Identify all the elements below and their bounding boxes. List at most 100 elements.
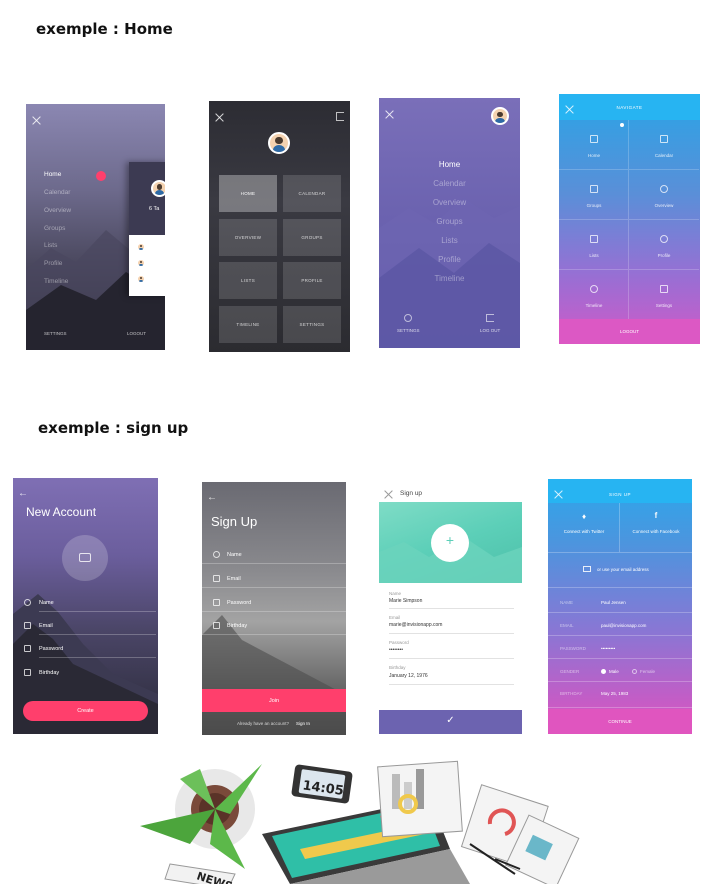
tile-profile[interactable]: PROFILE xyxy=(283,262,341,299)
home-screen-navigate-grid: NAVIGATE Home Calendar Groups Overview L… xyxy=(559,94,700,344)
home-screen-grid-menu: HOME CALENDAR OVERVIEW GROUPS LISTS PROF… xyxy=(209,101,350,352)
tile-lists[interactable]: LISTS xyxy=(219,262,277,299)
birthday-field[interactable]: Birthday xyxy=(227,623,247,629)
continue-button-label: CONTINUE xyxy=(608,719,632,724)
email-field[interactable]: marie@invisionapp.com xyxy=(389,622,442,628)
birthday-field[interactable]: May 25, 1983 xyxy=(601,691,628,696)
continue-button[interactable]: CONTINUE xyxy=(548,709,692,734)
home-screen-centered-menu: Home Calendar Overview Groups Lists Prof… xyxy=(379,98,520,348)
menu-item-calendar[interactable]: Calendar xyxy=(379,179,520,188)
content-card-preview[interactable]: 6 Ta xyxy=(129,162,165,296)
field-label: Birthday xyxy=(389,665,406,670)
navigate-title: NAVIGATE xyxy=(616,105,643,110)
divider xyxy=(202,587,346,588)
divider xyxy=(39,611,156,612)
nav-cell-overview[interactable]: Overview xyxy=(629,170,699,220)
password-field[interactable]: Password xyxy=(227,600,251,606)
signup-screen-sign-up: ← Sign Up Name Email Password Birthday J… xyxy=(202,482,346,735)
close-icon[interactable] xyxy=(384,490,393,499)
logout-link[interactable]: LOGOUT xyxy=(127,331,146,336)
menu-item-profile[interactable]: Profile xyxy=(44,260,62,267)
close-icon[interactable] xyxy=(32,116,41,125)
name-field[interactable]: Name xyxy=(227,552,242,558)
nav-cell-label: Profile xyxy=(657,253,671,258)
signup-heading: exemple : sign up xyxy=(38,419,189,437)
birthday-field[interactable]: Birthday xyxy=(39,670,59,676)
close-icon[interactable] xyxy=(215,113,224,122)
radio-male[interactable] xyxy=(601,669,606,674)
twitter-label: Connect with Twitter xyxy=(563,529,605,534)
settings-link[interactable]: SETTINGS xyxy=(397,328,420,333)
settings-link[interactable]: SETTINGS xyxy=(44,331,67,336)
close-icon[interactable] xyxy=(385,110,394,119)
user-icon xyxy=(213,551,220,558)
email-signup-link[interactable]: or use your email address xyxy=(597,567,649,572)
menu-item-lists[interactable]: Lists xyxy=(44,242,57,249)
radio-female[interactable] xyxy=(632,669,637,674)
password-field[interactable]: ••••••••• xyxy=(601,646,615,651)
menu-item-groups[interactable]: Groups xyxy=(379,217,520,226)
facebook-icon: f xyxy=(654,511,658,520)
tile-settings[interactable]: SETTINGS xyxy=(283,306,341,343)
plus-icon: + xyxy=(445,532,455,548)
name-field[interactable]: Marie Simpson xyxy=(389,598,422,604)
profile-icon xyxy=(660,235,668,243)
nav-cell-home[interactable]: Home xyxy=(559,120,629,170)
logout-bar[interactable]: LOGOUT xyxy=(559,319,700,344)
page-title: Sign up xyxy=(400,490,423,497)
email-field[interactable]: paul@invisionapp.com xyxy=(601,623,646,628)
field-label: BIRTHDAY xyxy=(560,691,583,696)
menu-item-home[interactable]: Home xyxy=(44,171,61,178)
gender-male-label: Male xyxy=(609,669,619,674)
field-label: Password xyxy=(389,640,409,645)
tile-home[interactable]: HOME xyxy=(219,175,277,212)
menu-item-groups[interactable]: Groups xyxy=(44,225,65,232)
menu-item-calendar[interactable]: Calendar xyxy=(44,189,70,196)
birthday-field[interactable]: January 12, 1976 xyxy=(389,673,428,679)
page-title: Sign Up xyxy=(211,514,258,529)
field-label: Email xyxy=(389,615,401,620)
logout-link: LOGOUT xyxy=(619,329,639,334)
nav-cell-groups[interactable]: Groups xyxy=(559,170,629,220)
top-bar xyxy=(548,479,692,503)
workspace-illustration: NEWS 14:05 xyxy=(140,760,580,884)
nav-cell-settings[interactable]: Settings xyxy=(629,270,699,320)
password-field[interactable]: •••••••• xyxy=(389,647,403,653)
submit-button[interactable]: ✓ xyxy=(379,710,522,734)
nav-cell-label: Timeline xyxy=(585,303,603,308)
divider xyxy=(39,634,156,635)
facebook-button[interactable]: f Connect with Facebook xyxy=(620,503,692,553)
nav-cell-lists[interactable]: Lists xyxy=(559,220,629,270)
tile-overview[interactable]: OVERVIEW xyxy=(219,219,277,256)
menu-item-profile[interactable]: Profile xyxy=(379,255,520,264)
password-field[interactable]: Password xyxy=(39,646,63,652)
logout-link[interactable]: LOG OUT xyxy=(480,328,500,333)
field-label: EMAIL xyxy=(560,623,574,628)
twitter-button[interactable]: ♦ Connect with Twitter xyxy=(548,503,620,553)
email-field[interactable]: Email xyxy=(39,623,53,629)
nav-cell-timeline[interactable]: Timeline xyxy=(559,270,629,320)
tile-calendar[interactable]: CALENDAR xyxy=(283,175,341,212)
menu-item-timeline[interactable]: Timeline xyxy=(379,274,520,283)
name-field[interactable]: Name xyxy=(39,600,54,606)
back-arrow-icon[interactable]: ← xyxy=(18,488,28,499)
email-field[interactable]: Email xyxy=(227,576,241,582)
avatar xyxy=(268,132,290,154)
facebook-label: Connect with Facebook xyxy=(632,529,680,534)
sliders-icon xyxy=(660,285,668,293)
avatar xyxy=(151,180,165,197)
logout-icon[interactable] xyxy=(336,112,344,121)
menu-item-overview[interactable]: Overview xyxy=(44,207,71,214)
nav-cell-calendar[interactable]: Calendar xyxy=(629,120,699,170)
tile-groups[interactable]: GROUPS xyxy=(283,219,341,256)
signup-screen-social: SIGN UP ♦ Connect with Twitter f Connect… xyxy=(548,479,692,734)
back-arrow-icon[interactable]: ← xyxy=(207,492,217,503)
sign-in-link[interactable]: Sign In xyxy=(296,721,310,726)
menu-item-overview[interactable]: Overview xyxy=(379,198,520,207)
nav-cell-profile[interactable]: Profile xyxy=(629,220,699,270)
name-field[interactable]: Paul Jensen xyxy=(601,600,626,605)
menu-item-timeline[interactable]: Timeline xyxy=(44,278,68,285)
tile-timeline[interactable]: TIMELINE xyxy=(219,306,277,343)
menu-item-home[interactable]: Home xyxy=(379,160,520,169)
menu-item-lists[interactable]: Lists xyxy=(379,236,520,245)
